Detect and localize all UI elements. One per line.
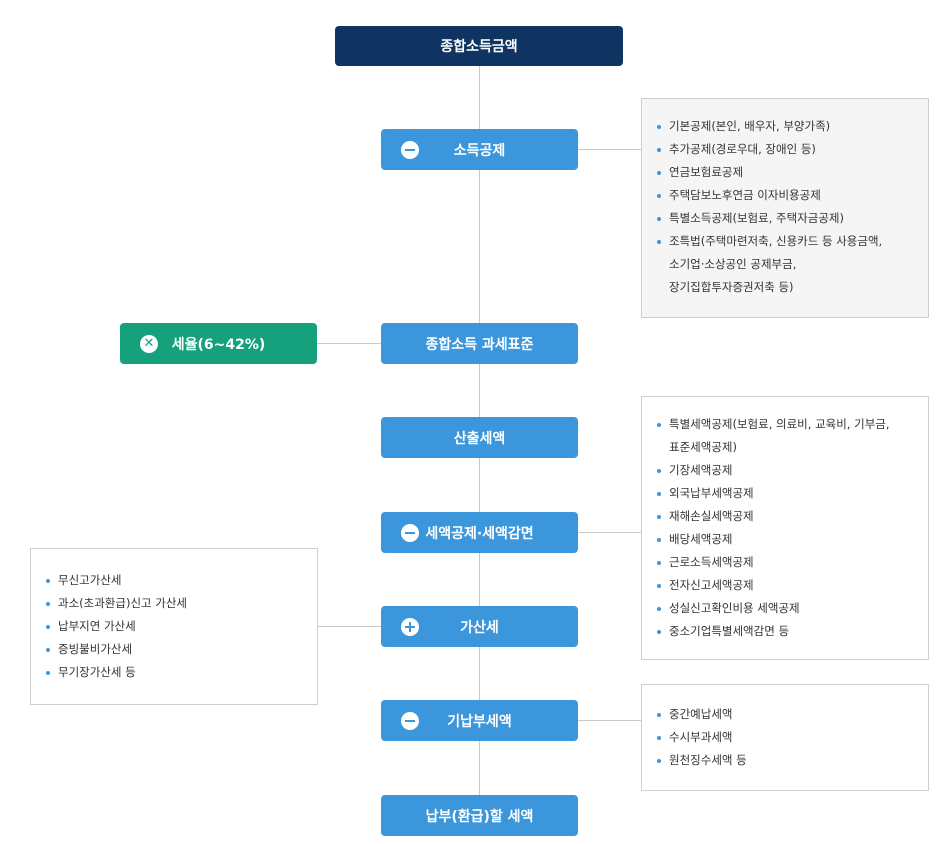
times-circle-icon: ✕	[140, 334, 158, 353]
final-tax-label: 납부(환급)할 세액	[425, 808, 534, 825]
list-item: 기장세액공제	[656, 459, 914, 482]
list-item-continued: 표준세액공제)	[669, 440, 737, 454]
minus-circle-icon	[401, 523, 419, 542]
tax-rate-box: ✕ 세율(6~42%)	[120, 323, 317, 364]
list-item: 납부지연 가산세	[45, 615, 303, 638]
credit-detail-panel: 특별세액공제(보험료, 의료비, 교육비, 기부금, 표준세액공제) 기장세액공…	[641, 396, 929, 660]
list-item: 전자신고세액공제	[656, 574, 914, 597]
penalty-detail-list: 무신고가산세 과소(초과환급)신고 가산세 납부지연 가산세 증빙불비가산세 무…	[45, 569, 303, 684]
list-item: 성실신고확인비용 세액공제	[656, 597, 914, 620]
computed-tax-box: 산출세액	[381, 417, 578, 458]
tax-base-label: 종합소득 과세표준	[425, 336, 534, 353]
prepaid-tax-label: 기납부세액	[447, 713, 512, 730]
tax-credit-label: 세액공제·세액감면	[425, 525, 534, 542]
income-deduction-box: 소득공제	[381, 129, 578, 170]
penalty-tax-label: 가산세	[460, 619, 499, 636]
connector-credit-panel	[577, 532, 642, 533]
tax-rate-label: 세율(6~42%)	[171, 336, 266, 353]
list-item: 중간예납세액	[656, 703, 914, 726]
list-item: 연금보험료공제	[656, 161, 914, 184]
final-tax-box: 납부(환급)할 세액	[381, 795, 578, 836]
connector-penalty-panel	[316, 626, 381, 627]
computed-tax-label: 산출세액	[453, 430, 506, 447]
tax-base-box: 종합소득 과세표준	[381, 323, 578, 364]
list-item-continued: 장기집합투자증권저축 등)	[669, 280, 794, 294]
total-income-label: 종합소득금액	[440, 39, 518, 55]
income-deduction-label: 소득공제	[453, 142, 506, 159]
connector-rate	[316, 343, 381, 344]
prepaid-detail-panel: 중간예납세액 수시부과세액 원천징수세액 등	[641, 684, 929, 791]
list-item: 과소(초과환급)신고 가산세	[45, 592, 303, 615]
list-item: 외국납부세액공제	[656, 482, 914, 505]
list-item-continued: 소기업·소상공인 공제부금,	[669, 257, 797, 271]
list-item: 중소기업특별세액감면 등	[656, 620, 914, 643]
total-income-box: 종합소득금액	[335, 26, 623, 66]
penalty-tax-box: 가산세	[381, 606, 578, 647]
list-item: 주택담보노후연금 이자비용공제	[656, 184, 914, 207]
list-item: 특별소득공제(보험료, 주택자금공제)	[656, 207, 914, 230]
list-item: 특별세액공제(보험료, 의료비, 교육비, 기부금,	[656, 413, 914, 436]
list-item: 수시부과세액	[656, 726, 914, 749]
deduction-detail-panel: 기본공제(본인, 배우자, 부양가족) 추가공제(경로우대, 장애인 등) 연금…	[641, 98, 929, 318]
connector-prepaid-panel	[577, 720, 642, 721]
list-item: 배당세액공제	[656, 528, 914, 551]
minus-circle-icon	[401, 711, 419, 730]
list-item: 재해손실세액공제	[656, 505, 914, 528]
tax-credit-box: 세액공제·세액감면	[381, 512, 578, 553]
minus-circle-icon	[401, 140, 419, 159]
list-item: 무기장가산세 등	[45, 661, 303, 684]
penalty-detail-panel: 무신고가산세 과소(초과환급)신고 가산세 납부지연 가산세 증빙불비가산세 무…	[30, 548, 318, 705]
credit-detail-list: 특별세액공제(보험료, 의료비, 교육비, 기부금, 표준세액공제) 기장세액공…	[656, 413, 914, 643]
list-item: 원천징수세액 등	[656, 749, 914, 772]
list-item: 무신고가산세	[45, 569, 303, 592]
prepaid-detail-list: 중간예납세액 수시부과세액 원천징수세액 등	[656, 703, 914, 772]
deduction-detail-list: 기본공제(본인, 배우자, 부양가족) 추가공제(경로우대, 장애인 등) 연금…	[656, 115, 914, 299]
plus-circle-icon	[401, 617, 419, 636]
list-item: 조특법(주택마련저축, 신용카드 등 사용금액,	[656, 230, 914, 253]
list-item: 근로소득세액공제	[656, 551, 914, 574]
prepaid-tax-box: 기납부세액	[381, 700, 578, 741]
list-item: 기본공제(본인, 배우자, 부양가족)	[656, 115, 914, 138]
connector-deduction-panel	[577, 149, 642, 150]
list-item: 증빙불비가산세	[45, 638, 303, 661]
list-item: 추가공제(경로우대, 장애인 등)	[656, 138, 914, 161]
